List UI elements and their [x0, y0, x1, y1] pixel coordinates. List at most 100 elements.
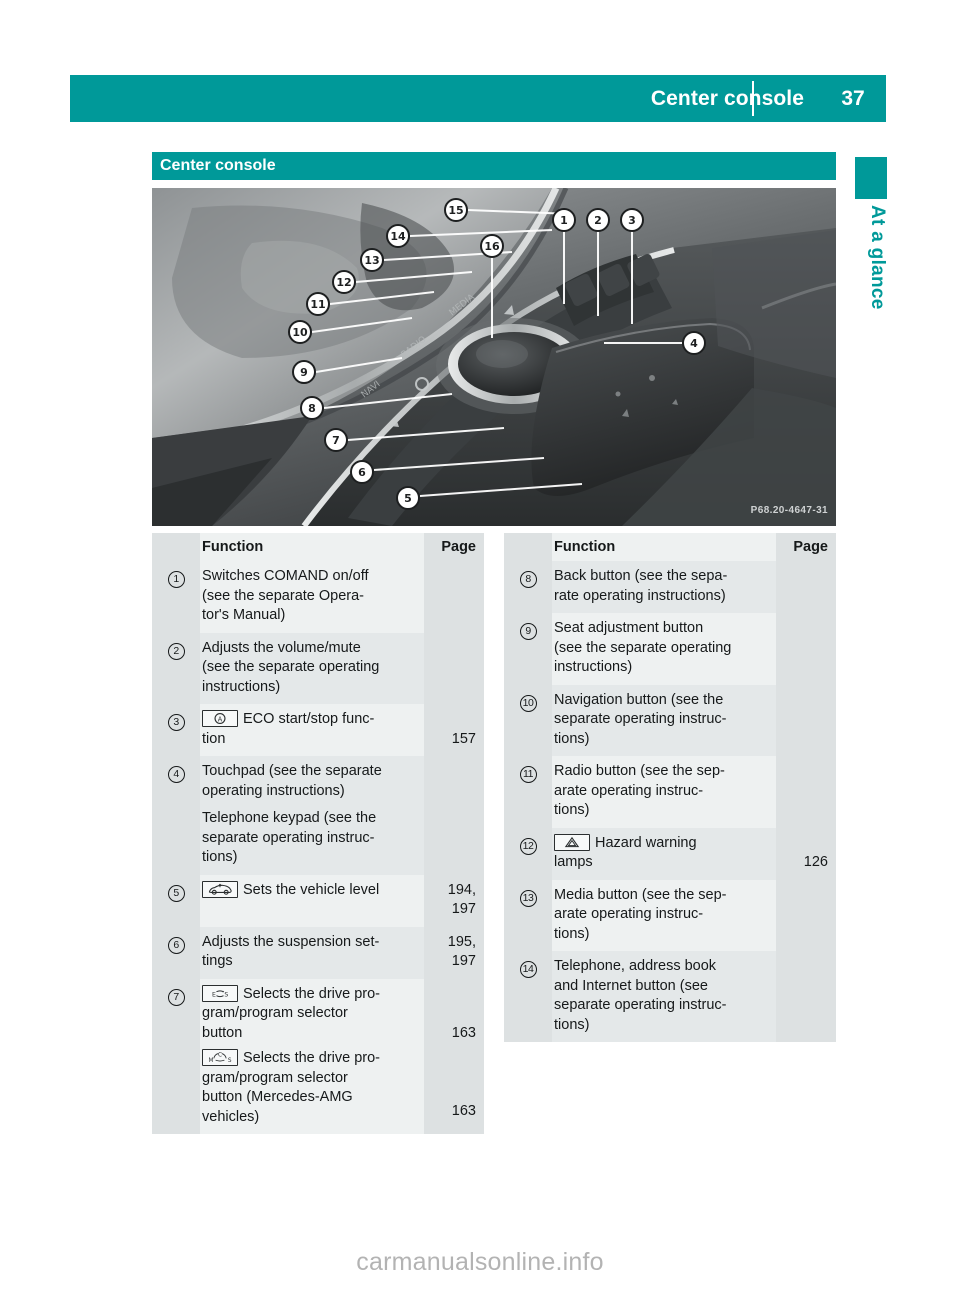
- callout-marker: 2: [167, 642, 185, 660]
- svg-text:C: C: [218, 1053, 222, 1059]
- function-line: separate operating instruc-: [554, 997, 727, 1013]
- callout-marker: 11: [519, 766, 537, 783]
- section-heading-label: Center console: [160, 157, 276, 174]
- row-page: [776, 613, 836, 685]
- row-function: Telephone, address book and Internet but…: [552, 951, 776, 1042]
- function-line: lamps: [554, 854, 593, 870]
- function-line: button: [202, 1024, 243, 1041]
- function-line: tions): [554, 730, 590, 747]
- function-line: tion: [202, 730, 226, 747]
- table-row: 2 Adjusts the volume/mute (see the separ…: [152, 632, 484, 704]
- callout-marker: 12: [519, 837, 537, 855]
- table-row: 5 Sets the vehicle level 194, 197: [152, 874, 484, 927]
- svg-text:7: 7: [332, 434, 340, 447]
- function-line: Selects the drive pro-: [243, 1050, 381, 1066]
- header-function-col: Function: [200, 533, 424, 561]
- function-line: gram/program selector: [202, 1069, 348, 1086]
- page-ref: 197: [451, 901, 476, 917]
- function-line: separate operating instruc-: [554, 711, 727, 727]
- callout-marker: 6: [167, 936, 185, 954]
- function-line: tions): [554, 1016, 590, 1033]
- running-header-divider: [752, 81, 754, 116]
- page-number: 37: [820, 75, 886, 122]
- svg-text:15: 15: [448, 204, 463, 217]
- function-line: (see the separate operating: [554, 639, 732, 656]
- running-header: Center console: [70, 75, 820, 122]
- function-line: tions): [554, 925, 590, 942]
- table-row: 9 Seat adjustment button (see the separa…: [504, 613, 836, 685]
- row-marker: 9: [504, 613, 552, 685]
- function-line: tings: [202, 953, 233, 969]
- row-function: Radio button (see the sep- arate operati…: [552, 756, 776, 828]
- function-line: operating instructions): [202, 782, 345, 799]
- header-function-col: Function: [552, 533, 776, 561]
- row-page: 163 163: [424, 978, 484, 1134]
- svg-text:8: 8: [308, 402, 316, 415]
- function-line: Selects the drive pro-: [243, 985, 381, 1002]
- callout-marker: 3: [167, 714, 185, 731]
- row-page: [424, 632, 484, 704]
- row-page: [424, 561, 484, 633]
- function-line: gram/program selector: [202, 1005, 348, 1021]
- page-ref: 197: [451, 953, 476, 969]
- table-header-row: Function Page: [504, 533, 836, 561]
- row-function: Sets the vehicle level: [200, 874, 424, 927]
- row-function: Adjusts the volume/mute (see the separat…: [200, 632, 424, 704]
- function-line: tions): [554, 802, 590, 818]
- header-marker-col: [504, 533, 552, 561]
- chapter-tab-label: At a glance: [867, 205, 888, 310]
- function-line: Adjusts the volume/mute: [202, 639, 361, 656]
- function-line: Hazard warning: [595, 834, 697, 851]
- callout-marker: 9: [519, 623, 537, 640]
- page-ref: 126: [803, 854, 828, 870]
- row-function: Navigation button (see the separate oper…: [552, 684, 776, 756]
- function-table-left: Function Page 1 Switches COMAND on/off (…: [152, 533, 484, 1134]
- row-page: [776, 756, 836, 828]
- header-page-col: Page: [776, 533, 836, 561]
- function-line: Back button (see the sepa-: [554, 568, 728, 584]
- table-row: 8 Back button (see the sepa- rate operat…: [504, 561, 836, 613]
- row-function: ES Selects the drive pro- gram/program s…: [200, 978, 424, 1134]
- callout-marker: 8: [519, 571, 537, 588]
- function-line: tions): [202, 849, 238, 865]
- svg-text:14: 14: [390, 230, 406, 243]
- function-line: Adjusts the suspension set-: [202, 933, 380, 950]
- drive-program-es-icon: ES: [202, 984, 238, 1002]
- svg-text:2: 2: [594, 214, 602, 227]
- svg-text:5: 5: [404, 492, 412, 505]
- function-table-right: Function Page 8 Back button (see the sep…: [504, 533, 836, 1134]
- row-page: 126: [776, 827, 836, 880]
- function-line: vehicles): [202, 1108, 260, 1125]
- callout-marker: 14: [519, 961, 537, 978]
- header-marker-col: [152, 533, 200, 561]
- row-marker: 14: [504, 951, 552, 1042]
- svg-text:6: 6: [358, 466, 366, 479]
- row-function: Touchpad (see the separate operating ins…: [200, 756, 424, 875]
- row-function: Adjusts the suspension set- tings: [200, 926, 424, 979]
- row-function: A ECO start/stop func- tion: [200, 704, 424, 756]
- chapter-tab-marker: [855, 157, 887, 199]
- table-row: 6 Adjusts the suspension set- tings 195,…: [152, 926, 484, 979]
- svg-text:S: S: [228, 1058, 232, 1064]
- table-row: 7 ES Selects the drive pro- gram/program…: [152, 978, 484, 1134]
- svg-text:1: 1: [560, 214, 568, 227]
- page-ref: 195,: [447, 933, 476, 950]
- row-marker: 1: [152, 561, 200, 633]
- function-line: instructions): [554, 659, 633, 675]
- callout-marker: 13: [519, 889, 537, 907]
- svg-text:A: A: [218, 716, 223, 724]
- drive-program-mcs-icon: M SC: [202, 1049, 238, 1066]
- row-marker: 3: [152, 704, 200, 756]
- manual-page: Center console 37 At a glance Center con…: [0, 0, 960, 1302]
- svg-text:12: 12: [336, 276, 351, 289]
- callout-marker: 4: [167, 766, 185, 783]
- function-line: separate operating instruc-: [202, 829, 375, 846]
- row-page: 157: [424, 704, 484, 756]
- function-line: Touchpad (see the separate: [202, 763, 382, 779]
- row-page: [776, 951, 836, 1042]
- function-line: Navigation button (see the: [554, 691, 724, 708]
- console-illustration: MEDIA RADIO NAVI 1 2 3 4 5 6 7 8 9 10 11…: [152, 188, 836, 526]
- header-page-col: Page: [424, 533, 484, 561]
- row-page: 194, 197: [424, 874, 484, 927]
- row-function: Back button (see the sepa- rate operatin…: [552, 561, 776, 613]
